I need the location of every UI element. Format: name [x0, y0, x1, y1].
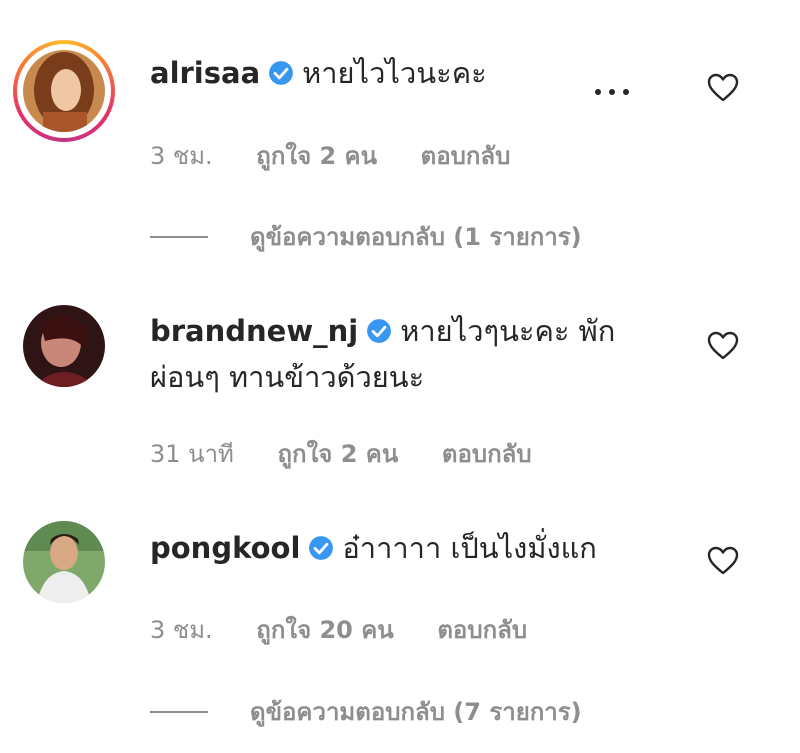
comments-panel: alrisaa หายไวไวนะคะ 3 ชม. ถูกใจ 2 คน ตอบก… — [0, 0, 800, 753]
heart-outline-icon[interactable] — [707, 546, 739, 576]
view-replies-label: ดูข้อความตอบกลับ (1 รายการ) — [250, 223, 582, 251]
comment-body: alrisaa หายไวไวนะคะ — [150, 50, 487, 96]
comment-body: pongkool อ๋าาาาา เป็นไงมั่งแก — [150, 525, 597, 571]
comment-time: 31 นาที — [150, 440, 234, 468]
verified-badge-icon — [367, 319, 392, 343]
comment-text: อ๋าาาาา เป็นไงมั่งแก — [342, 531, 597, 565]
verified-badge-icon — [269, 61, 294, 85]
comment-text-line-2: ผ่อนๆ ทานข้าวด้วยนะ — [150, 360, 425, 394]
username-link[interactable]: alrisaa — [150, 56, 260, 90]
username-link[interactable]: pongkool — [150, 531, 300, 565]
comment-body: brandnew_nj หายไวๆนะคะ พัก — [150, 308, 615, 354]
view-replies-button[interactable]: ดูข้อความตอบกลับ (1 รายการ) — [150, 217, 582, 256]
comment-meta: 3 ชม. ถูกใจ 20 คน ตอบกลับ — [150, 610, 563, 649]
likes-count[interactable]: ถูกใจ 20 คน — [256, 616, 393, 644]
divider-dash — [150, 235, 208, 238]
comment-text-line-1: หายไวๆนะคะ พัก — [400, 314, 616, 348]
avatar-pongkool[interactable] — [23, 521, 105, 603]
comment-time: 3 ชม. — [150, 616, 213, 644]
comment-meta: 31 นาที ถูกใจ 2 คน ตอบกลับ — [150, 434, 568, 473]
reply-button[interactable]: ตอบกลับ — [437, 616, 527, 644]
view-replies-button[interactable]: ดูข้อความตอบกลับ (7 รายการ) — [150, 692, 582, 731]
likes-count[interactable]: ถูกใจ 2 คน — [256, 142, 377, 170]
likes-count[interactable]: ถูกใจ 2 คน — [278, 440, 399, 468]
heart-outline-icon[interactable] — [707, 331, 739, 361]
heart-outline-icon[interactable] — [707, 73, 739, 103]
reply-button[interactable]: ตอบกลับ — [421, 142, 511, 170]
view-replies-label: ดูข้อความตอบกลับ (7 รายการ) — [250, 698, 582, 726]
avatar-alrisaa[interactable] — [23, 50, 105, 132]
comment-meta: 3 ชม. ถูกใจ 2 คน ตอบกลับ — [150, 136, 546, 175]
comment-body-continued: ผ่อนๆ ทานข้าวด้วยนะ — [150, 354, 424, 400]
verified-badge-icon — [309, 536, 334, 560]
reply-button[interactable]: ตอบกลับ — [442, 440, 532, 468]
divider-dash — [150, 710, 208, 713]
username-link[interactable]: brandnew_nj — [150, 314, 358, 348]
avatar-brandnew-nj[interactable] — [23, 305, 105, 387]
comment-time: 3 ชม. — [150, 142, 213, 170]
comment-text: หายไวไวนะคะ — [302, 56, 487, 90]
more-options-icon[interactable] — [592, 84, 632, 100]
